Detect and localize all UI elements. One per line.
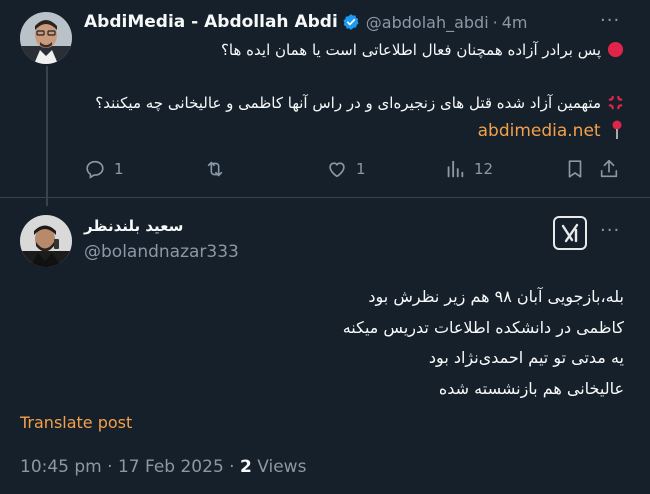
grok-icon: [561, 223, 579, 243]
author-handle[interactable]: @abdolah_abdi: [366, 13, 489, 32]
translate-post-link[interactable]: Translate post: [20, 413, 132, 432]
round-pushpin-emoji: [612, 120, 622, 139]
thread-connector-line: [46, 66, 48, 206]
share-icon: [600, 159, 618, 178]
reply-author-avatar[interactable]: [20, 215, 72, 267]
more-options-button[interactable]: ···: [600, 10, 620, 31]
separator-dot: ·: [492, 12, 498, 32]
tweet-text-line-2: متهمین آزاد شده قتل های زنجیره‌ای و در ر…: [95, 94, 624, 112]
tweet-header: AbdiMedia - Abdollah Abdi @abdolah_abdi …: [84, 12, 528, 32]
tweet-time[interactable]: 4m: [502, 13, 528, 32]
website-link[interactable]: abdimedia.net: [478, 121, 601, 141]
reply-text-line-2: کاظمی در دانشکده اطلاعات تدریس میکنه: [342, 318, 624, 337]
like-button[interactable]: 1: [326, 158, 366, 180]
tweet-actions-bar: 1 1 12: [84, 158, 618, 186]
tweet-thread: AbdiMedia - Abdollah Abdi @abdolah_abdi …: [0, 0, 650, 494]
reply-author-name[interactable]: سعید بلندنظر: [84, 217, 183, 235]
tweet-divider: [0, 197, 650, 198]
reply-button[interactable]: 1: [84, 158, 124, 180]
heart-icon: [329, 162, 345, 178]
reply-text-line-4: عالیخانی هم بازنشسته شده: [438, 379, 624, 398]
tweet-timestamp[interactable]: 10:45 pm · 17 Feb 2025 ·: [20, 457, 240, 477]
grok-button[interactable]: [553, 216, 587, 250]
views-label: Views: [251, 457, 307, 477]
reply-count: 1: [114, 160, 124, 178]
views-button[interactable]: 12: [444, 158, 493, 180]
tweet-link-line: abdimedia.net: [478, 120, 624, 141]
retweet-icon: [207, 161, 223, 177]
tweet-line-2-text: متهمین آزاد شده قتل های زنجیره‌ای و در ر…: [95, 94, 601, 112]
tweet-line-1-text: پس برادر آزاده همچنان فعال اطلاعاتی است …: [220, 41, 601, 59]
reply-more-options-button[interactable]: ···: [600, 220, 620, 241]
author-avatar[interactable]: [20, 12, 72, 64]
reply-author-handle[interactable]: @bolandnazar333: [84, 242, 239, 262]
view-count: 12: [474, 160, 494, 178]
reply-icon: [86, 160, 104, 179]
anger-symbol-emoji: [608, 95, 623, 110]
retweet-button[interactable]: [204, 158, 226, 180]
views-count: 2: [239, 457, 252, 477]
bookmark-button[interactable]: [564, 158, 586, 180]
verified-badge-icon: [343, 14, 359, 30]
bookmark-icon: [568, 160, 582, 178]
share-button[interactable]: [598, 158, 620, 180]
reply-text-line-3: یه مدتی تو تیم احمدی‌نژاد بود: [428, 348, 624, 367]
reply-text-line-1: بله،بازجویی آبان ۹۸ هم زیر نظرش بود: [368, 287, 624, 306]
tweet-text-line-1: پس برادر آزاده همچنان فعال اطلاعاتی است …: [221, 41, 624, 59]
views-icon: [447, 160, 464, 178]
author-name[interactable]: AbdiMedia - Abdollah Abdi: [84, 12, 338, 32]
like-count: 1: [356, 160, 366, 178]
tweet-meta: 10:45 pm · 17 Feb 2025 · 2 Views: [20, 457, 306, 477]
red-circle-emoji: [607, 41, 624, 58]
